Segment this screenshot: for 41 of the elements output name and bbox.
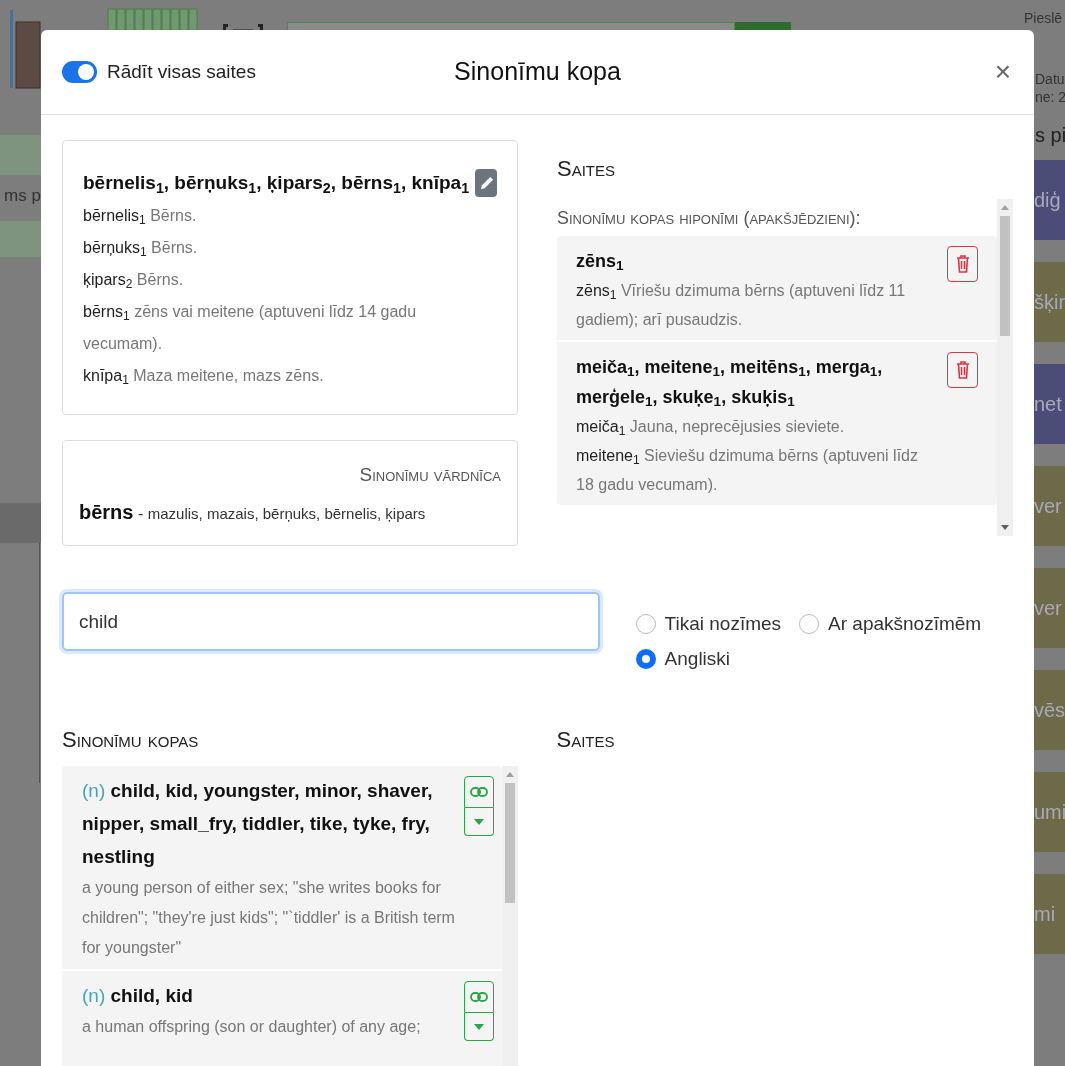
radio-option[interactable]: Tikai nozīmes [635, 610, 782, 639]
section-heading: Saites [557, 155, 617, 183]
sense-definition: bērnelis$_{1}$ Bērns. [83, 205, 198, 229]
side-tile[interactable]: net [1034, 364, 1065, 444]
info-text: Datu [1035, 70, 1065, 88]
info-text: ne: 2 [1035, 88, 1065, 106]
synset-words: zēns$_{1}$ [576, 250, 625, 276]
synset-words: (n) child, kid, youngster, minor, shaver, nipper, small_fry, tiddler, tike, tyke, fry, nestling [82, 779, 434, 869]
section-heading: s pi [1034, 123, 1065, 148]
synset-words: meiča$_{1}$, meitene$_{1}$, meitēns$_{1}$, merga$_{1}$, merģele$_{1}$, skuķe$_{1}$, skuķis$_{1}$ [576, 356, 884, 412]
synset-words: bērnelis$_{1}$, bērņuks$_{1}$, ķipars$_{2}$, bērns$_{1}$, knīpa$_{1}$ [83, 171, 470, 198]
side-tile[interactable]: ver [1034, 466, 1065, 546]
search-field[interactable]: child [62, 592, 600, 651]
sense-definition: knīpa$_{1}$ Maza meitene, mazs zēns. [83, 365, 325, 389]
sense-definition: bērns$_{1}$ zēns vai meitene (aptuveni līdz 14 gadu vecumam). [83, 301, 418, 354]
radio-option[interactable]: Ar apakšnozīmēm [799, 610, 982, 639]
radio-option[interactable]: Angliski [635, 644, 731, 673]
gloss-text: a young person of either sex; "she writes books for children"; "they're just kids"; "`tiddler' is a British term for youngster" [82, 878, 456, 958]
side-tile[interactable]: diģ [1034, 160, 1065, 240]
synset-words: (n) child, kid [82, 984, 194, 1008]
list-heading: Sinonīmu kopas hiponīmi (apakšjēdzieni): [557, 207, 862, 230]
section-heading: Sinonīmu kopas [62, 726, 200, 754]
side-tile[interactable]: šķir [1034, 262, 1065, 342]
close-button[interactable]: × [994, 58, 1013, 86]
sense-definition: zēns$_{1}$ Vīriešu dzimuma bērns (aptuveni līdz 11 gadiem); arī pusaudzis. [576, 281, 907, 330]
side-tile[interactable]: mi [1034, 874, 1065, 954]
dictionary-entry: bērns - mazulis, mazais, bērņuks, bērnelis, ķipars [79, 500, 427, 525]
page-text: ms p [3, 185, 41, 207]
card-heading: Sinonīmu vārdnīca [359, 462, 501, 487]
section-heading: Saites [556, 727, 615, 752]
side-tile[interactable]: umi [1034, 772, 1065, 852]
sense-definition: bērņuks$_{1}$ Bērns. [83, 237, 199, 261]
sense-definition: meiča$_{1}$ Jauna, neprecējusies sieviete. [576, 417, 846, 440]
dialog-title: Sinonīmu kopa [454, 56, 621, 88]
gloss-text: a human offspring (son or daughter) of any age; [82, 1017, 422, 1037]
login-text: Pieslē [1023, 9, 1064, 28]
sense-definition: meitene$_{1}$ Sieviešu dzimuma bērns (aptuveni līdz 18 gadu vecumam). [576, 446, 919, 495]
side-tile[interactable]: vēs [1034, 670, 1065, 750]
side-tile[interactable]: ver [1034, 568, 1065, 648]
sense-definition: ķipars$_{2}$ Bērns. [83, 269, 185, 293]
toggle-label: Rādīt visas saites [107, 59, 256, 84]
